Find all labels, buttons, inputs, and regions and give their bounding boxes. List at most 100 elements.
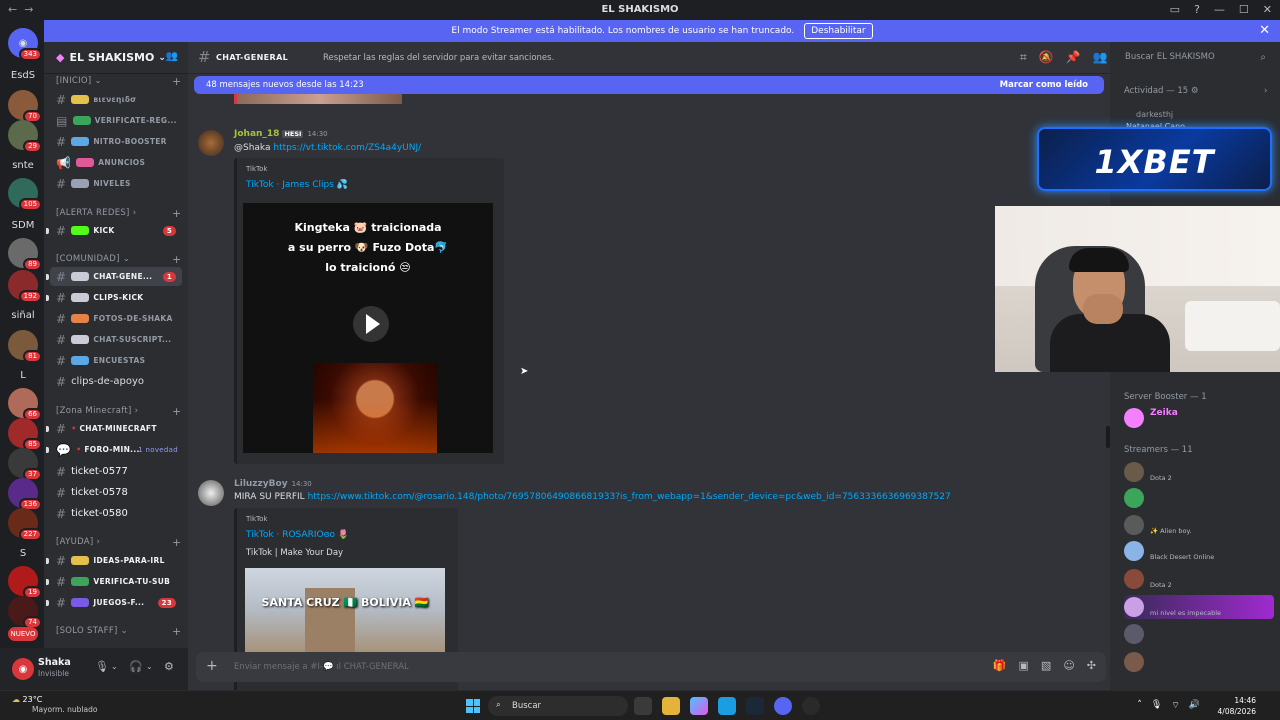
- gift-icon[interactable]: 🎁: [993, 659, 1007, 672]
- category-inicio[interactable]: [INICIO] ⌄ +: [56, 75, 181, 88]
- activity-user[interactable]: darkesthj: [1136, 110, 1173, 119]
- microphone-icon[interactable]: 🎙: [95, 660, 109, 673]
- channel-item[interactable]: ▤ VERIFICATE-REG...: [50, 111, 182, 130]
- video-thumbnail[interactable]: Kingteka 🐷 traicionada a su perro 🐶 Fuzo…: [243, 203, 493, 453]
- chevron-down-icon[interactable]: ⌄: [146, 662, 153, 671]
- channel-topic[interactable]: Respetar las reglas del servidor para ev…: [323, 53, 554, 63]
- server-icon[interactable]: 89: [8, 238, 42, 271]
- mark-read-button[interactable]: Marcar como leído: [1000, 80, 1088, 90]
- server-folder[interactable]: snte: [8, 150, 38, 180]
- server-folder[interactable]: EsdS: [8, 60, 38, 90]
- server-search-input[interactable]: Buscar EL SHAKISMO ⌕: [1118, 48, 1272, 68]
- add-attachment-icon[interactable]: +: [206, 658, 218, 674]
- mute-bell-icon[interactable]: 🔕: [1039, 50, 1054, 65]
- avatar[interactable]: [198, 130, 224, 156]
- mention[interactable]: @Shaka: [234, 143, 271, 153]
- server-icon[interactable]: 192: [8, 270, 42, 303]
- inbox-icon[interactable]: ▭: [1170, 3, 1180, 16]
- sticker-icon[interactable]: ▧: [1041, 659, 1051, 672]
- server-icon[interactable]: 70: [8, 90, 42, 123]
- channel-item[interactable]: # ENCUESTAS: [50, 351, 182, 370]
- members-icon[interactable]: 👥: [1093, 50, 1108, 65]
- play-icon[interactable]: [353, 306, 389, 342]
- embed-title[interactable]: TikTok · ROSARIOɞo 🌷: [246, 530, 349, 540]
- server-icon[interactable]: 37: [8, 448, 42, 481]
- avatar[interactable]: ◉: [12, 658, 34, 680]
- embed-title[interactable]: TikTok · James Clips 💦: [246, 180, 348, 190]
- maximize-button[interactable]: ☐: [1239, 3, 1249, 16]
- channel-item[interactable]: # KICK 5: [46, 221, 182, 240]
- copilot-icon[interactable]: [690, 697, 708, 715]
- member-item[interactable]: [1124, 650, 1274, 674]
- channel-item[interactable]: # вιενεηιδσ: [50, 90, 182, 109]
- chevron-down-icon[interactable]: ⌄: [111, 662, 118, 671]
- channel-item[interactable]: # clips-de-apoyo: [50, 372, 182, 391]
- obs-icon[interactable]: [802, 697, 820, 715]
- message-link[interactable]: https://www.tiktok.com/@rosario.148/phot…: [308, 492, 951, 502]
- channel-item[interactable]: # NIVELES: [50, 174, 182, 193]
- server-icon[interactable]: 85: [8, 418, 42, 451]
- settings-gear-icon[interactable]: ⚙: [164, 660, 174, 673]
- forum-item[interactable]: 💬 • FORO-MIN... 1 novedad: [46, 440, 182, 459]
- server-icon[interactable]: 136: [8, 478, 42, 511]
- add-channel-icon[interactable]: +: [172, 405, 182, 418]
- member-item[interactable]: Dota 2: [1124, 567, 1274, 591]
- category-minecraft[interactable]: [Zona Minecraft] › +: [56, 405, 181, 418]
- task-view-icon[interactable]: [634, 697, 652, 715]
- add-channel-icon[interactable]: +: [172, 75, 182, 88]
- previous-image-preview[interactable]: [234, 94, 402, 104]
- activity-header[interactable]: Actividad — 15 ⚙ ›: [1124, 86, 1267, 96]
- member-item[interactable]: Black Desert Online: [1124, 539, 1274, 563]
- weather-widget[interactable]: ☁ 23°C Mayorm. nublado: [12, 695, 97, 714]
- close-icon[interactable]: ✕: [1259, 23, 1270, 38]
- category-ayuda[interactable]: [AYUDA] › +: [56, 536, 181, 549]
- volume-icon[interactable]: 🔊: [1189, 700, 1200, 711]
- category-comunidad[interactable]: [COMUNIDAD] ⌄ +: [56, 253, 181, 266]
- member-item[interactable]: mi nivel es impecable: [1124, 595, 1274, 619]
- taskbar-search[interactable]: ⌕ Buscar: [488, 696, 628, 716]
- server-icon[interactable]: 29: [8, 120, 42, 153]
- channel-item[interactable]: # CLIPS-KICK: [46, 288, 182, 307]
- help-icon[interactable]: ?: [1194, 3, 1200, 16]
- close-window-button[interactable]: ✕: [1263, 3, 1272, 16]
- server-folder[interactable]: L: [8, 360, 38, 390]
- channel-item[interactable]: # NITRO-BOOSTER: [50, 132, 182, 151]
- channel-item[interactable]: # • CHAT-MINECRAFT: [46, 419, 182, 438]
- embed-image[interactable]: SANTA CRUZ 🇳🇬 BOLIVIA 🇧🇴: [245, 568, 445, 658]
- server-folder[interactable]: S: [8, 538, 38, 568]
- emoji-icon[interactable]: ☺: [1063, 659, 1074, 672]
- file-explorer-icon[interactable]: [662, 697, 680, 715]
- home-discord-icon[interactable]: ◉ 343: [8, 28, 42, 61]
- chevron-up-icon[interactable]: ˄: [1137, 700, 1142, 711]
- channel-item[interactable]: # ticket-0577: [50, 462, 182, 481]
- server-icon[interactable]: 105: [8, 178, 42, 211]
- headphones-icon[interactable]: 🎧: [129, 660, 143, 673]
- pin-icon[interactable]: 📌: [1066, 50, 1081, 65]
- avatar[interactable]: [198, 480, 224, 506]
- server-icon[interactable]: 81: [8, 330, 42, 363]
- minimize-button[interactable]: —: [1214, 3, 1225, 16]
- system-clock[interactable]: 14:46 4/08/2026: [1218, 695, 1256, 717]
- channel-item-active[interactable]: # CHAT-GENE... 1: [46, 267, 182, 286]
- disable-streamer-button[interactable]: Deshabilitar: [804, 23, 873, 39]
- edge-icon[interactable]: [718, 697, 736, 715]
- server-icon[interactable]: 66: [8, 388, 42, 421]
- server-icon[interactable]: 19: [8, 566, 42, 599]
- member-item[interactable]: [1124, 486, 1274, 510]
- channel-item[interactable]: # ticket-0578: [50, 483, 182, 502]
- discord-taskbar-icon[interactable]: [774, 697, 792, 715]
- channel-item[interactable]: # CHAT-SUSCRIPT...: [50, 330, 182, 349]
- message-author[interactable]: Johan_18 HESI 14:30: [234, 129, 328, 139]
- member-item[interactable]: ✨ Alien boy.: [1124, 513, 1274, 537]
- message-composer[interactable]: + Enviar mensaje a #I-💬 ıl CHAT-GENERAL …: [196, 652, 1106, 682]
- message-author[interactable]: LiluzzyBoy 14:30: [234, 479, 312, 489]
- channel-item[interactable]: # FOTOS-DE-SHAKA: [50, 309, 182, 328]
- channel-item[interactable]: # VERIFICA-TU-SUB: [46, 572, 182, 591]
- add-channel-icon[interactable]: +: [172, 625, 182, 638]
- message-input-placeholder[interactable]: Enviar mensaje a #I-💬 ıl CHAT-GENERAL: [234, 662, 409, 672]
- new-messages-bar[interactable]: 48 mensajes nuevos desde las 14:23 Marca…: [194, 76, 1104, 94]
- server-icon[interactable]: 74: [8, 596, 42, 629]
- member-item[interactable]: Dota 2: [1124, 460, 1274, 484]
- add-channel-icon[interactable]: +: [172, 207, 182, 220]
- new-badge[interactable]: NUEVO: [8, 627, 38, 641]
